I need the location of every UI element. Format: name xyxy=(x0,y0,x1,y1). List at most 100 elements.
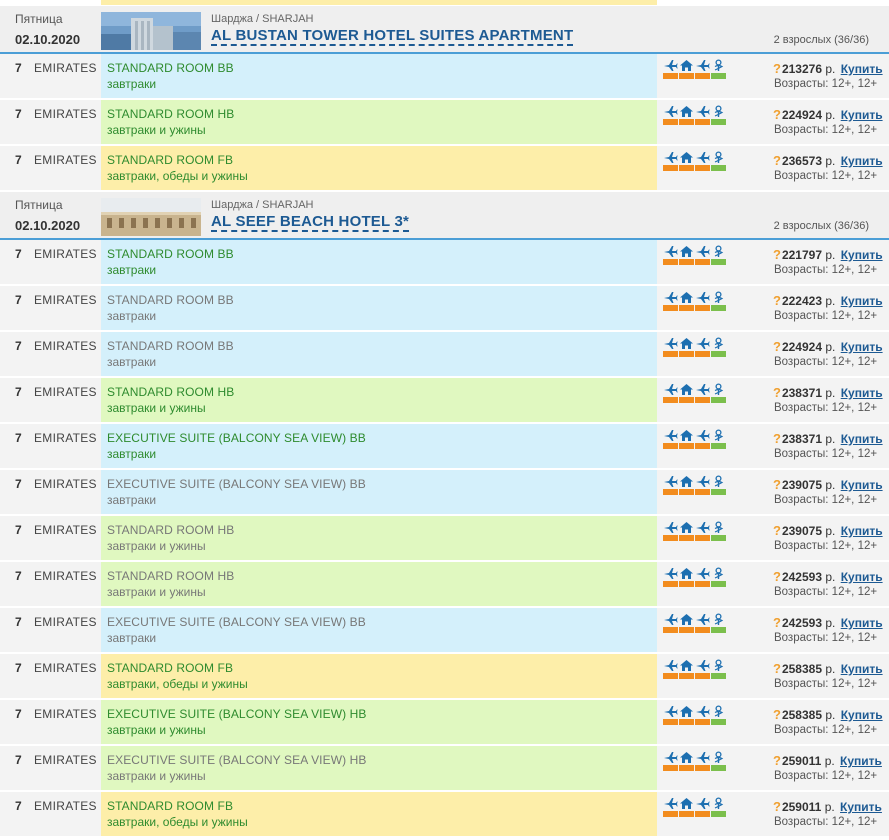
ages-label: Возрасты: 12+, 12+ xyxy=(774,170,878,182)
room-type: STANDARD ROOM BB xyxy=(107,61,234,75)
room-type: EXECUTIVE SUITE (BALCONY SEA VIEW) HB xyxy=(107,707,367,721)
status-bar-orange xyxy=(695,259,710,265)
question-icon[interactable]: ? xyxy=(773,523,781,538)
currency-label: р. xyxy=(825,570,836,584)
room-type: STANDARD ROOM FB xyxy=(107,153,234,167)
question-icon[interactable]: ? xyxy=(773,431,781,446)
house-icon xyxy=(679,105,694,118)
room-type: STANDARD ROOM FB xyxy=(107,799,234,813)
meal-plan: завтраки xyxy=(107,309,157,323)
room-cell: STANDARD ROOM BB завтраки xyxy=(101,240,657,284)
currency-label: р. xyxy=(824,800,835,814)
buy-link[interactable]: Купить xyxy=(840,754,882,768)
currency-label: р. xyxy=(825,248,836,262)
buy-link[interactable]: Купить xyxy=(841,248,883,262)
question-icon[interactable]: ? xyxy=(773,153,781,168)
question-icon[interactable]: ? xyxy=(773,385,781,400)
tour-results-list: Пятница 02.10.2020 Шарджа / SHARJAH AL BUST… xyxy=(0,0,889,838)
offer-row: 7 EMIRATES EXECUTIVE SUITE (BALCONY SEA VI… xyxy=(0,470,889,516)
buy-link[interactable]: Купить xyxy=(841,662,883,676)
buy-link[interactable]: Купить xyxy=(841,524,883,538)
question-icon[interactable]: ? xyxy=(773,799,781,814)
status-bar-orange xyxy=(695,535,710,541)
hotel-photo[interactable] xyxy=(101,12,201,50)
price-block: ?239075 р. Купить xyxy=(773,477,883,492)
buy-link[interactable]: Купить xyxy=(841,386,883,400)
airline-name: EMIRATES xyxy=(34,707,97,721)
guests-count: 2 взрослых (36/36) xyxy=(773,220,869,232)
offer-row: 7 EMIRATES STANDARD ROOM FB завтраки, обеды… xyxy=(0,792,889,838)
room-type: STANDARD ROOM HB xyxy=(107,385,235,399)
question-icon[interactable]: ? xyxy=(773,661,781,676)
medical-icon xyxy=(711,705,726,718)
airline-name: EMIRATES xyxy=(34,523,97,537)
plane-icon xyxy=(695,59,710,72)
ages-label: Возрасты: 12+, 12+ xyxy=(774,124,878,136)
buy-link[interactable]: Купить xyxy=(841,154,883,168)
house-icon xyxy=(679,751,694,764)
room-cell: STANDARD ROOM FB завтраки, обеды и ужины xyxy=(101,146,657,190)
question-icon[interactable]: ? xyxy=(773,61,781,76)
buy-link[interactable]: Купить xyxy=(841,616,883,630)
status-bar-orange xyxy=(679,673,694,679)
plane-icon xyxy=(663,105,678,118)
offer-row: 7 EMIRATES EXECUTIVE SUITE (BALCONY SEA VI… xyxy=(0,746,889,792)
question-icon[interactable]: ? xyxy=(773,339,781,354)
question-icon[interactable]: ? xyxy=(773,107,781,122)
meal-plan: завтраки и ужины xyxy=(107,539,206,553)
airline-name: EMIRATES xyxy=(34,569,97,583)
plane-icon xyxy=(695,613,710,626)
room-cell: EXECUTIVE SUITE (BALCONY SEA VIEW) BB зав… xyxy=(101,470,657,514)
question-icon[interactable]: ? xyxy=(773,707,781,722)
status-bar-orange xyxy=(679,443,694,449)
question-icon[interactable]: ? xyxy=(773,293,781,308)
hotel-header: Пятница 02.10.2020 Шарджа / SHARJAH AL SEEF… xyxy=(0,192,889,240)
nights-count: 7 xyxy=(15,107,22,121)
status-bar-green xyxy=(711,811,726,817)
buy-link[interactable]: Купить xyxy=(841,294,883,308)
airline-name: EMIRATES xyxy=(34,431,97,445)
question-icon[interactable]: ? xyxy=(773,753,781,768)
buy-link[interactable]: Купить xyxy=(841,62,883,76)
offer-row: 7 EMIRATES STANDARD ROOM FB завтраки, обеды… xyxy=(0,654,889,700)
status-bar-orange xyxy=(663,765,678,771)
buy-link[interactable]: Купить xyxy=(840,800,882,814)
plane-icon xyxy=(663,797,678,810)
offer-row: 7 EMIRATES STANDARD ROOM BB завтраки ?221797… xyxy=(0,240,889,286)
buy-link[interactable]: Купить xyxy=(841,570,883,584)
house-icon xyxy=(679,429,694,442)
status-bar-orange xyxy=(663,165,678,171)
status-bar-green xyxy=(711,305,726,311)
status-bar-green xyxy=(711,73,726,79)
status-bar-green xyxy=(711,719,726,725)
plane-icon xyxy=(663,475,678,488)
question-icon[interactable]: ? xyxy=(773,569,781,584)
currency-label: р. xyxy=(825,154,836,168)
buy-link[interactable]: Купить xyxy=(841,708,883,722)
question-icon[interactable]: ? xyxy=(773,477,781,492)
hotel-name-link[interactable]: AL SEEF BEACH HOTEL 3* xyxy=(211,214,410,232)
buy-link[interactable]: Купить xyxy=(841,340,883,354)
room-cell: EXECUTIVE SUITE (BALCONY SEA VIEW) BB зав… xyxy=(101,424,657,468)
offer-row: 7 EMIRATES EXECUTIVE SUITE (BALCONY SEA VI… xyxy=(0,424,889,470)
room-cell: STANDARD ROOM HB завтраки и ужины xyxy=(101,516,657,560)
room-cell: EXECUTIVE SUITE (BALCONY SEA VIEW) BB зав… xyxy=(101,608,657,652)
room-type: EXECUTIVE SUITE (BALCONY SEA VIEW) BB xyxy=(107,431,366,445)
status-bar-orange xyxy=(663,811,678,817)
buy-link[interactable]: Купить xyxy=(841,478,883,492)
house-icon xyxy=(679,567,694,580)
date-label: 02.10.2020 xyxy=(15,32,81,47)
status-bar-orange xyxy=(663,673,678,679)
question-icon[interactable]: ? xyxy=(773,615,781,630)
hotel-photo[interactable] xyxy=(101,198,201,236)
buy-link[interactable]: Купить xyxy=(841,108,883,122)
nights-count: 7 xyxy=(15,431,22,445)
airline-name: EMIRATES xyxy=(34,107,97,121)
status-bar-orange xyxy=(663,305,678,311)
buy-link[interactable]: Купить xyxy=(841,432,883,446)
status-bar-orange xyxy=(695,165,710,171)
question-icon[interactable]: ? xyxy=(773,247,781,262)
plane-icon xyxy=(695,705,710,718)
status-bar-green xyxy=(711,443,726,449)
hotel-name-link[interactable]: AL BUSTAN TOWER HOTEL SUITES APARTMENT xyxy=(211,28,574,46)
